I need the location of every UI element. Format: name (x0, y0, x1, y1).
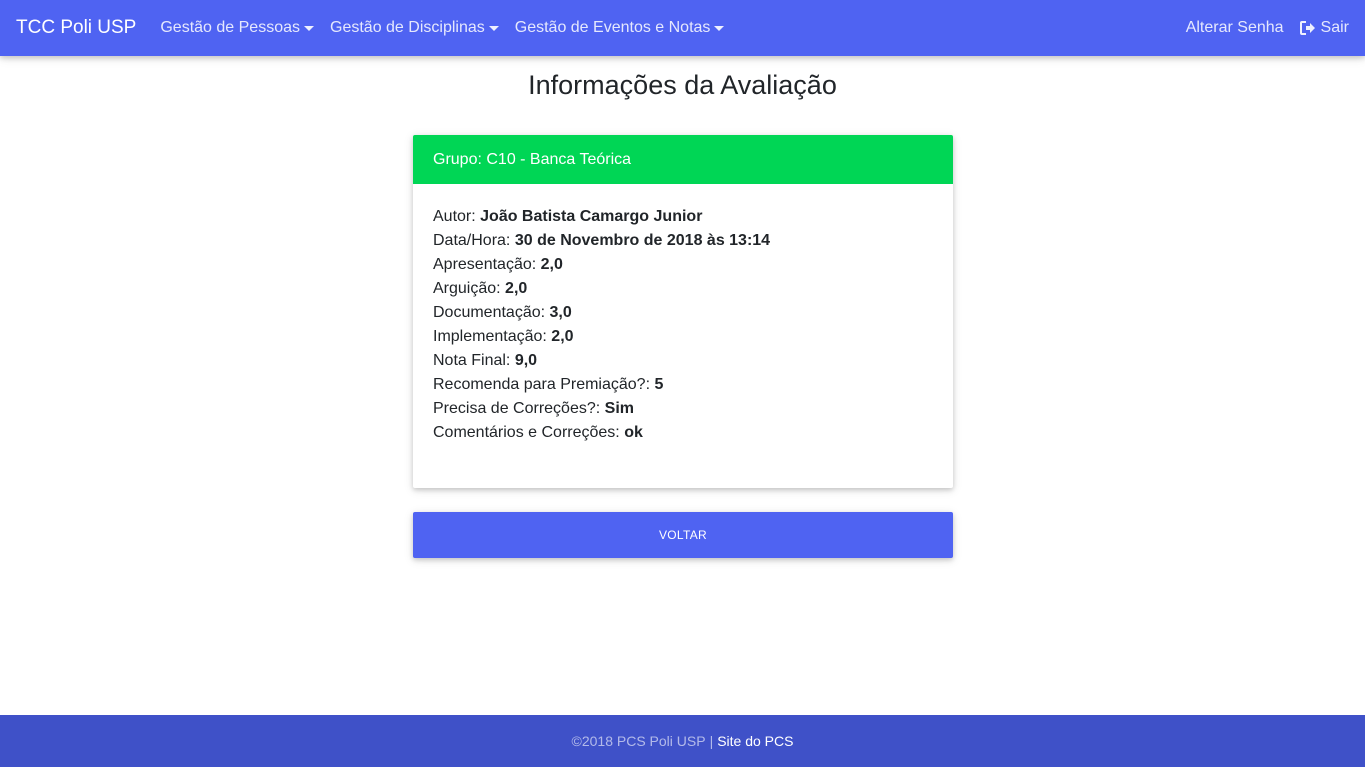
evaluation-card: Grupo: C10 - Banca Teórica Autor: João B… (413, 135, 953, 488)
footer: ©2018 PCS Poli USP | Site do PCS (0, 715, 1365, 767)
field-precisa-correcoes: Precisa de Correções?: Sim (433, 397, 933, 421)
field-nota-final: Nota Final: 9,0 (433, 349, 933, 373)
menu-gestao-disciplinas[interactable]: Gestão de Disciplinas (322, 19, 507, 37)
field-recomenda-premiacao: Recomenda para Premiação?: 5 (433, 373, 933, 397)
nav-menu: Gestão de Pessoas Gestão de Disciplinas … (160, 19, 732, 37)
field-data-hora: Data/Hora: 30 de Novembro de 2018 às 13:… (433, 229, 933, 253)
field-label: Data/Hora: (433, 232, 511, 249)
field-arguicao: Arguição: 2,0 (433, 277, 933, 301)
brand-link[interactable]: TCC Poli USP (16, 17, 136, 39)
field-value: ok (624, 424, 643, 441)
field-value: 2,0 (505, 280, 528, 297)
field-implementacao: Implementação: 2,0 (433, 325, 933, 349)
field-label: Recomenda para Premiação?: (433, 376, 651, 393)
sign-out-icon (1299, 21, 1315, 35)
field-value: 30 de Novembro de 2018 às 13:14 (514, 232, 771, 249)
menu-gestao-eventos-notas[interactable]: Gestão de Eventos e Notas (507, 19, 733, 37)
footer-separator: | (709, 733, 714, 749)
field-documentacao: Documentação: 3,0 (433, 301, 933, 325)
field-label: Autor: (433, 208, 476, 225)
field-label: Apresentação: (433, 256, 537, 273)
nav-user-actions: Alterar Senha Sair (1170, 19, 1349, 37)
field-label: Comentários e Correções: (433, 424, 620, 441)
change-password-link[interactable]: Alterar Senha (1170, 19, 1284, 37)
field-value: 9,0 (514, 352, 538, 369)
field-label: Documentação: (433, 304, 546, 321)
field-value: 2,0 (551, 328, 574, 345)
page-title: Informações da Avaliação (528, 70, 837, 100)
field-label: Arguição: (433, 280, 501, 297)
field-value: 5 (654, 376, 664, 393)
top-navbar: TCC Poli USP Gestão de Pessoas Gestão de… (0, 0, 1365, 56)
field-value: 2,0 (540, 256, 563, 273)
signout-label: Sair (1320, 19, 1349, 36)
menu-gestao-pessoas[interactable]: Gestão de Pessoas (160, 19, 322, 37)
back-button[interactable]: VOLTAR (413, 512, 953, 558)
footer-site-link[interactable]: Site do PCS (717, 733, 793, 749)
footer-copyright: ©2018 PCS Poli USP (571, 733, 706, 749)
signout-link[interactable]: Sair (1284, 19, 1349, 37)
field-autor: Autor: João Batista Camargo Junior (433, 205, 933, 229)
field-value: 3,0 (549, 304, 572, 321)
field-value: Sim (604, 400, 634, 417)
caret-down-icon (714, 25, 725, 31)
field-label: Nota Final: (433, 352, 511, 369)
menu-label: Gestão de Disciplinas (330, 19, 485, 36)
caret-down-icon (304, 25, 314, 31)
caret-down-icon (488, 25, 499, 31)
field-label: Precisa de Correções?: (433, 400, 601, 417)
menu-label: Gestão de Eventos e Notas (514, 19, 711, 36)
field-value: João Batista Camargo Junior (480, 208, 703, 225)
menu-label: Gestão de Pessoas (160, 19, 300, 36)
field-label: Implementação: (433, 328, 547, 345)
card-body: Autor: João Batista Camargo Junior Data/… (413, 184, 953, 466)
field-apresentacao: Apresentação: 2,0 (433, 253, 933, 277)
card-header-group: Grupo: C10 - Banca Teórica (413, 135, 953, 184)
field-comentarios: Comentários e Correções: ok (433, 421, 933, 445)
